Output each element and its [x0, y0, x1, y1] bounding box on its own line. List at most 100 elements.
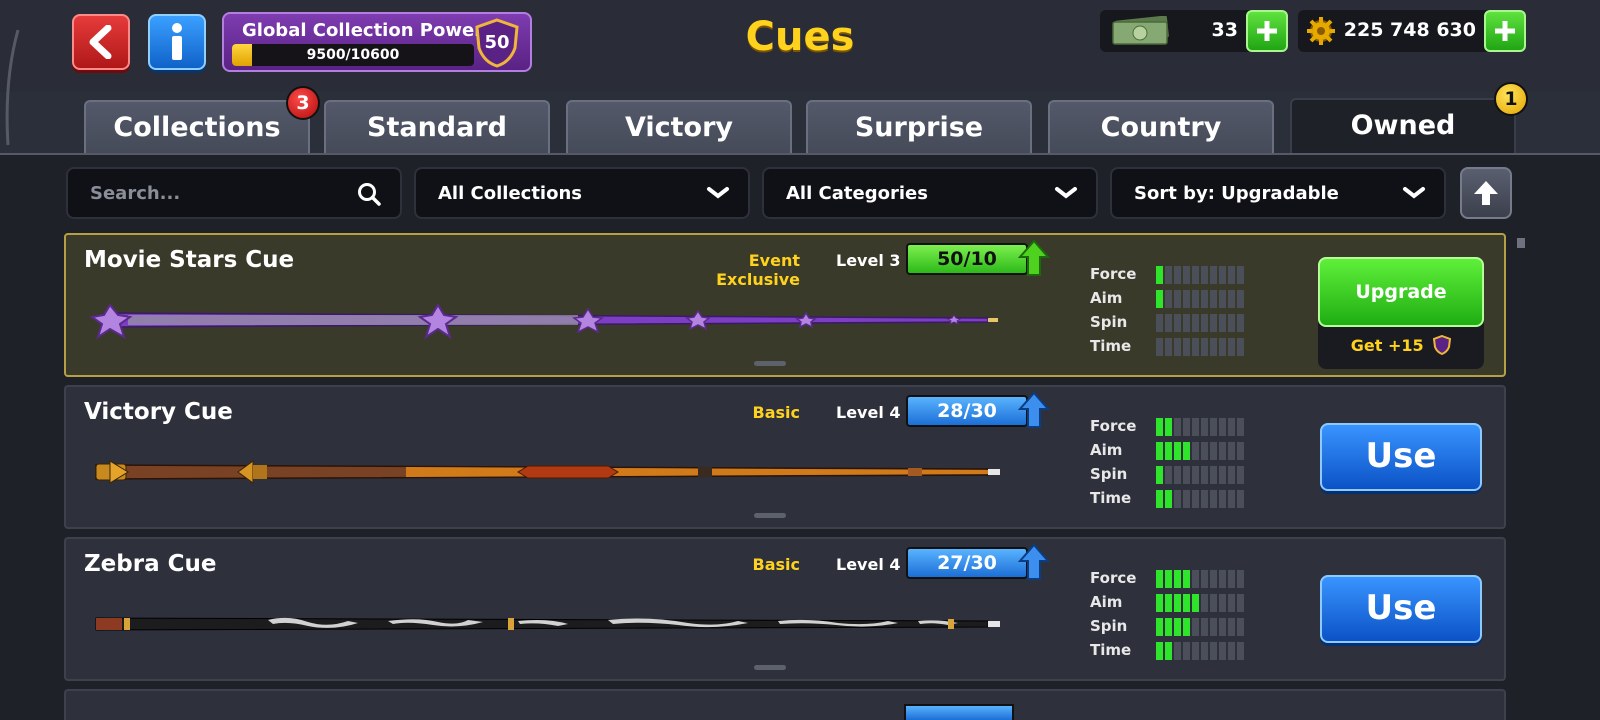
tab-owned[interactable]: Owned	[1290, 98, 1516, 160]
cue-card-zebra[interactable]: Zebra Cue Basic Level 4 27/30 Use Force A	[64, 537, 1506, 681]
movie-stars-cue-image	[89, 303, 998, 340]
stat-segment	[1156, 490, 1163, 508]
list-scrollbar[interactable]	[1517, 238, 1525, 248]
upgrade-arrow-icon	[1018, 543, 1050, 580]
stat-row-time: Time	[1090, 335, 1250, 359]
stat-segment	[1201, 338, 1208, 356]
stat-segment	[1174, 418, 1181, 436]
cue-category: Event Exclusive	[716, 251, 800, 289]
stat-segment	[1192, 490, 1199, 508]
stat-label: Time	[1090, 337, 1132, 355]
stat-segment	[1183, 594, 1190, 612]
stat-row-spin: Spin	[1090, 463, 1250, 487]
stat-bar	[1156, 442, 1244, 460]
stat-segment	[1156, 418, 1163, 436]
stat-segment	[1219, 418, 1226, 436]
info-icon	[172, 23, 182, 60]
stat-segment	[1210, 570, 1217, 588]
tab-surprise[interactable]: Surprise	[806, 100, 1032, 154]
stat-segment	[1228, 490, 1235, 508]
stat-segment	[1201, 442, 1208, 460]
collection-power-label: Global Collection Power	[242, 20, 484, 41]
tab-collections[interactable]: Collections	[84, 100, 310, 154]
use-cue-button[interactable]: Use	[1320, 423, 1482, 491]
card-expand-handle[interactable]	[754, 513, 786, 518]
collections-notification-badge: 3	[286, 86, 320, 120]
search-input[interactable]: Search...	[66, 167, 402, 219]
stat-segment	[1192, 418, 1199, 436]
stat-segment	[1210, 490, 1217, 508]
stat-segment	[1156, 290, 1163, 308]
stat-segment	[1156, 266, 1163, 284]
cue-card-movie-stars[interactable]: Movie Stars Cue Event Exclusive Level 3 …	[64, 233, 1506, 377]
stat-segment	[1228, 442, 1235, 460]
cue-stats: Force Aim Spin Time	[1090, 567, 1250, 663]
stat-segment	[1156, 570, 1163, 588]
back-button[interactable]	[72, 14, 130, 70]
cue-progress-text: 50/10	[937, 248, 997, 270]
tab-standard[interactable]: Standard	[324, 100, 550, 154]
stat-segment	[1210, 314, 1217, 332]
stat-segment	[1210, 642, 1217, 660]
coins-counter: 225 748 630	[1298, 10, 1526, 52]
stat-segment	[1192, 442, 1199, 460]
tab-country[interactable]: Country	[1048, 100, 1274, 154]
stat-segment	[1228, 418, 1235, 436]
stat-segment	[1174, 642, 1181, 660]
info-button[interactable]	[148, 14, 206, 70]
stat-segment	[1201, 570, 1208, 588]
stat-segment	[1228, 266, 1235, 284]
stat-segment	[1219, 594, 1226, 612]
upgrade-button[interactable]: Upgrade	[1318, 257, 1484, 327]
chevron-down-icon	[1403, 187, 1425, 199]
stat-row-spin: Spin	[1090, 311, 1250, 335]
stat-segment	[1210, 418, 1217, 436]
stat-segment	[1237, 338, 1244, 356]
tab-victory[interactable]: Victory	[566, 100, 792, 154]
sort-direction-button[interactable]	[1460, 167, 1512, 219]
stat-segment	[1219, 338, 1226, 356]
cue-progress-bar: 28/30	[906, 395, 1028, 427]
stat-segment	[1192, 594, 1199, 612]
cue-name: Zebra Cue	[84, 551, 217, 577]
stat-segment	[1165, 266, 1172, 284]
stat-label: Aim	[1090, 289, 1123, 307]
stat-segment	[1192, 266, 1199, 284]
cue-card-victory[interactable]: Victory Cue Basic Level 4 28/30 Use Forc…	[64, 385, 1506, 529]
stat-segment	[1228, 338, 1235, 356]
stat-segment	[1210, 290, 1217, 308]
cue-progress-text: 27/30	[937, 552, 997, 574]
cue-card-partial[interactable]	[64, 689, 1506, 720]
stat-segment	[1210, 338, 1217, 356]
stat-segment	[1156, 594, 1163, 612]
stat-segment	[1210, 466, 1217, 484]
stat-segment	[1201, 642, 1208, 660]
stat-segment	[1174, 490, 1181, 508]
stat-segment	[1201, 594, 1208, 612]
stat-segment	[1165, 418, 1172, 436]
collection-filter-dropdown[interactable]: All Collections	[414, 167, 750, 219]
stat-row-spin: Spin	[1090, 615, 1250, 639]
tab-label: Standard	[367, 112, 507, 143]
back-arrow-icon	[89, 25, 112, 59]
collection-power-progress-text: 9500/10600	[306, 47, 400, 63]
use-cue-button[interactable]: Use	[1320, 575, 1482, 643]
arrow-up-icon	[1474, 181, 1498, 205]
card-expand-handle[interactable]	[754, 665, 786, 670]
stat-segment	[1228, 570, 1235, 588]
add-coins-button[interactable]	[1484, 10, 1526, 52]
stat-segment	[1165, 594, 1172, 612]
tab-label: Collections	[113, 112, 281, 143]
cue-level: Level 4	[836, 403, 901, 422]
category-filter-dropdown[interactable]: All Categories	[762, 167, 1098, 219]
card-expand-handle[interactable]	[754, 361, 786, 366]
search-placeholder: Search...	[90, 183, 181, 204]
stat-bar	[1156, 290, 1244, 308]
sort-dropdown[interactable]: Sort by: Upgradable	[1110, 167, 1446, 219]
stat-segment	[1156, 642, 1163, 660]
stat-segment	[1165, 570, 1172, 588]
global-collection-power-panel[interactable]: Global Collection Power 9500/10600 50	[222, 12, 532, 72]
stat-segment	[1192, 314, 1199, 332]
stat-segment	[1174, 266, 1181, 284]
add-cash-button[interactable]	[1246, 10, 1288, 52]
